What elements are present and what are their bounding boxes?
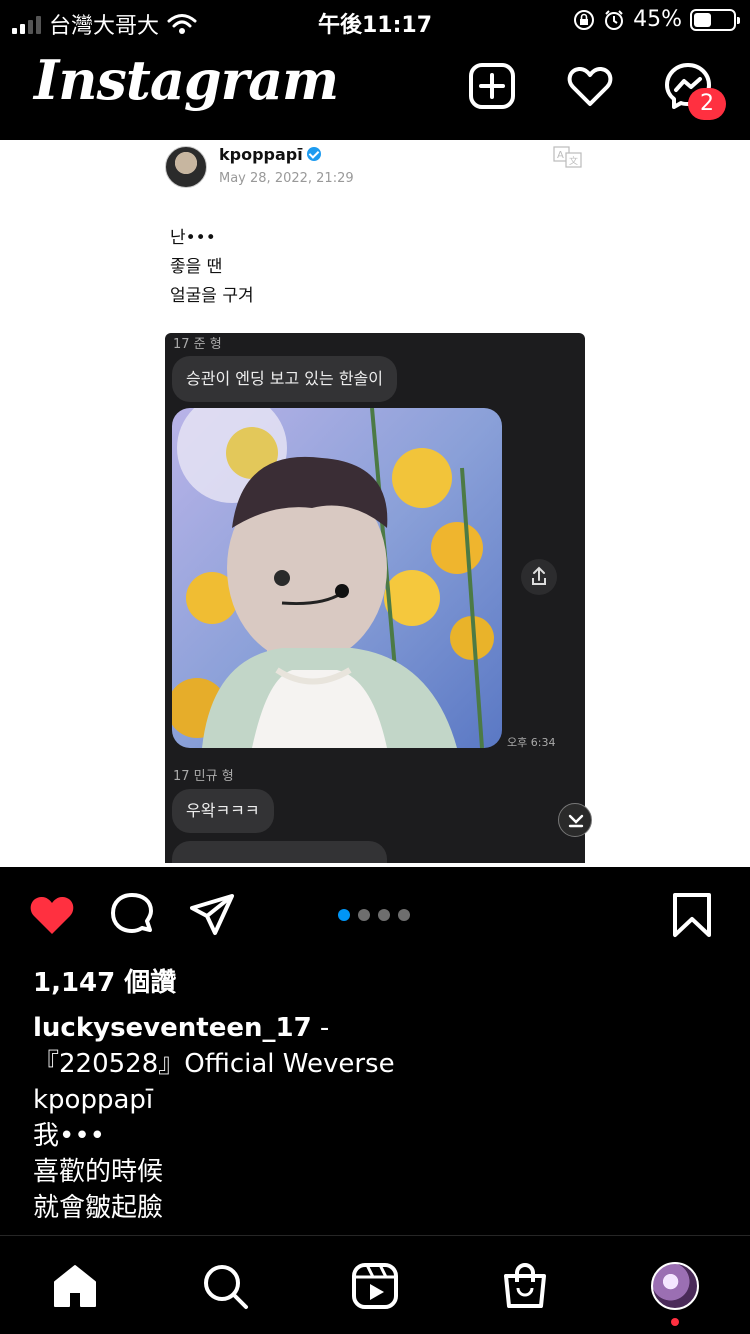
avatar: [165, 146, 207, 188]
caption-username[interactable]: luckyseventeen_17: [33, 1013, 312, 1043]
caption-line: 『220528』Official Weverse: [33, 1049, 395, 1079]
search-icon[interactable]: [201, 1262, 249, 1310]
heart-icon[interactable]: [566, 62, 614, 110]
svg-text:A: A: [557, 150, 564, 161]
battery-icon: [690, 8, 740, 31]
messenger-badge: 2: [688, 88, 726, 120]
chat-sender: 17 준 형: [173, 337, 222, 352]
caption-line: 就會皺起臉: [33, 1193, 164, 1223]
chat-sender: 17 민규 형: [173, 769, 234, 784]
share-photo-button[interactable]: [521, 559, 557, 595]
app-header: Instagram 2: [0, 40, 750, 140]
carousel-dot: [338, 909, 350, 921]
chat-bubble: 우왁ㅋㅋㅋ: [172, 789, 274, 833]
caption-line: 喜歡的時候: [33, 1157, 164, 1187]
carousel-indicator: [338, 909, 410, 921]
post-image-date: May 28, 2022, 21:29: [219, 171, 354, 186]
home-icon[interactable]: [51, 1262, 99, 1310]
chat-bubble: 승관이 엔딩 보고 있는 한솔이: [172, 356, 397, 402]
battery-percent: 45%: [633, 7, 682, 32]
post-image[interactable]: kpoppapī May 28, 2022, 21:29 A 文 난••• 좋을…: [0, 140, 750, 867]
activity-dot: [671, 1318, 679, 1326]
share-icon[interactable]: [188, 891, 236, 939]
text-line: 난•••: [170, 228, 216, 248]
chat-timestamp: 오후 6:34: [507, 736, 556, 749]
post-actions: [0, 867, 750, 962]
text-line: 좋을 땐: [170, 257, 223, 277]
carousel-dot: [398, 909, 410, 921]
alarm-icon: [605, 9, 624, 30]
like-heart-icon[interactable]: [28, 891, 76, 939]
carousel-dot: [358, 909, 370, 921]
caption-line: kpoppapī: [33, 1085, 154, 1115]
chat-bubble: [172, 841, 387, 863]
shop-icon[interactable]: [501, 1262, 549, 1310]
chat-photo: [172, 408, 502, 748]
caption-line: 我•••: [33, 1121, 106, 1151]
like-count[interactable]: 1,147 個讚: [33, 962, 176, 999]
orientation-lock-icon: [574, 9, 595, 30]
comment-icon[interactable]: [108, 891, 156, 939]
chat-screenshot: 17 준 형 승관이 엔딩 보고 있는 한솔이 오후 6:34 17 민규 형 …: [165, 333, 585, 863]
status-bar: 台灣大哥大 午後11:17 45%: [0, 0, 750, 40]
verified-icon: [306, 147, 321, 161]
caption-dash: -: [311, 1013, 330, 1043]
translate-icon: A 文: [553, 146, 582, 168]
reels-icon[interactable]: [351, 1262, 399, 1310]
text-line: 얼굴을 구겨: [170, 286, 254, 306]
new-post-icon[interactable]: [468, 62, 516, 110]
carousel-dot: [378, 909, 390, 921]
scroll-down-icon: [558, 803, 592, 837]
post-image-text: 난••• 좋을 땐 얼굴을 구겨: [170, 224, 254, 311]
profile-avatar[interactable]: [651, 1262, 699, 1310]
bookmark-icon[interactable]: [668, 891, 716, 939]
bottom-tab-bar: [0, 1235, 750, 1334]
post-image-author: kpoppapī: [219, 145, 321, 164]
instagram-logo[interactable]: Instagram: [34, 48, 339, 112]
post-caption: luckyseventeen_17 - 『220528』Official Wev…: [33, 1010, 395, 1226]
svg-text:文: 文: [569, 155, 578, 167]
